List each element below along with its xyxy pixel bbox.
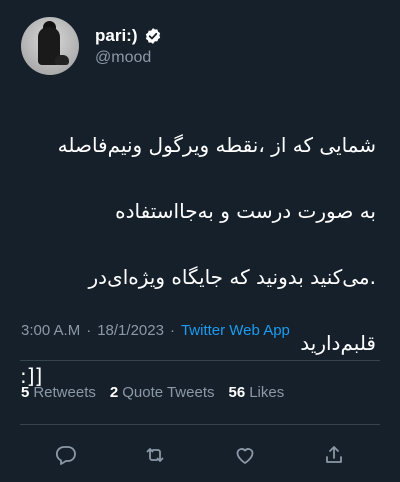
retweets-count: 5 bbox=[21, 384, 30, 401]
tweet-source-link[interactable]: Twitter Web App bbox=[181, 322, 290, 339]
meta-separator: · bbox=[86, 322, 92, 339]
likes-count: 56 bbox=[228, 384, 246, 401]
like-icon bbox=[233, 443, 257, 467]
tweet-text-line: قلبم‌دارید bbox=[300, 331, 376, 355]
author-handle[interactable]: @mood bbox=[95, 49, 162, 67]
tweet-date[interactable]: 18/1/2023 bbox=[97, 322, 164, 339]
tweet-text: شمایی که از ،نقطه ویرگول ونیم‌فاصله به ص… bbox=[20, 96, 376, 426]
like-button[interactable] bbox=[232, 442, 258, 468]
tweet-header: pari:) @mood bbox=[21, 16, 162, 76]
divider bbox=[20, 424, 380, 425]
quotes-stat[interactable]: 2 Quote Tweets bbox=[110, 384, 215, 401]
tweet-stats: 5 Retweets 2 Quote Tweets 56 Likes bbox=[21, 384, 284, 401]
tweet-meta: 3:00 A.M · 18/1/2023 · Twitter Web App bbox=[21, 322, 290, 339]
likes-label: Likes bbox=[249, 384, 285, 401]
display-name-row: pari:) bbox=[95, 26, 162, 46]
tweet-text-line: شمایی که از ،نقطه ویرگول ونیم‌فاصله bbox=[57, 133, 376, 157]
avatar[interactable] bbox=[21, 17, 79, 75]
share-button[interactable] bbox=[321, 442, 347, 468]
display-name[interactable]: pari:) bbox=[95, 26, 138, 46]
author-names: pari:) @mood bbox=[95, 26, 162, 67]
tweet-text-line: .می‌کنید بدونید که جایگاه ویژه‌ای‌در bbox=[88, 265, 376, 289]
reply-icon bbox=[54, 443, 78, 467]
avatar-dog bbox=[55, 55, 69, 65]
tweet-text-line: به صورت درست و به‌جااستفاده bbox=[115, 199, 376, 223]
share-icon bbox=[322, 443, 346, 467]
retweet-button[interactable] bbox=[142, 442, 168, 468]
meta-separator: · bbox=[169, 322, 175, 339]
retweets-label: Retweets bbox=[33, 384, 96, 401]
tweet-actions bbox=[0, 438, 400, 470]
quotes-label: Quote Tweets bbox=[122, 384, 215, 401]
verified-badge-icon bbox=[144, 27, 162, 45]
reply-button[interactable] bbox=[53, 442, 79, 468]
retweet-icon bbox=[143, 443, 167, 467]
likes-stat[interactable]: 56 Likes bbox=[229, 384, 285, 401]
divider bbox=[20, 360, 380, 361]
retweets-stat[interactable]: 5 Retweets bbox=[21, 384, 96, 401]
tweet-time[interactable]: 3:00 A.M bbox=[21, 322, 80, 339]
quotes-count: 2 bbox=[109, 384, 119, 401]
tweet-detail: pari:) @mood شمایی که از ،نقطه ویرگول ون… bbox=[0, 0, 400, 482]
